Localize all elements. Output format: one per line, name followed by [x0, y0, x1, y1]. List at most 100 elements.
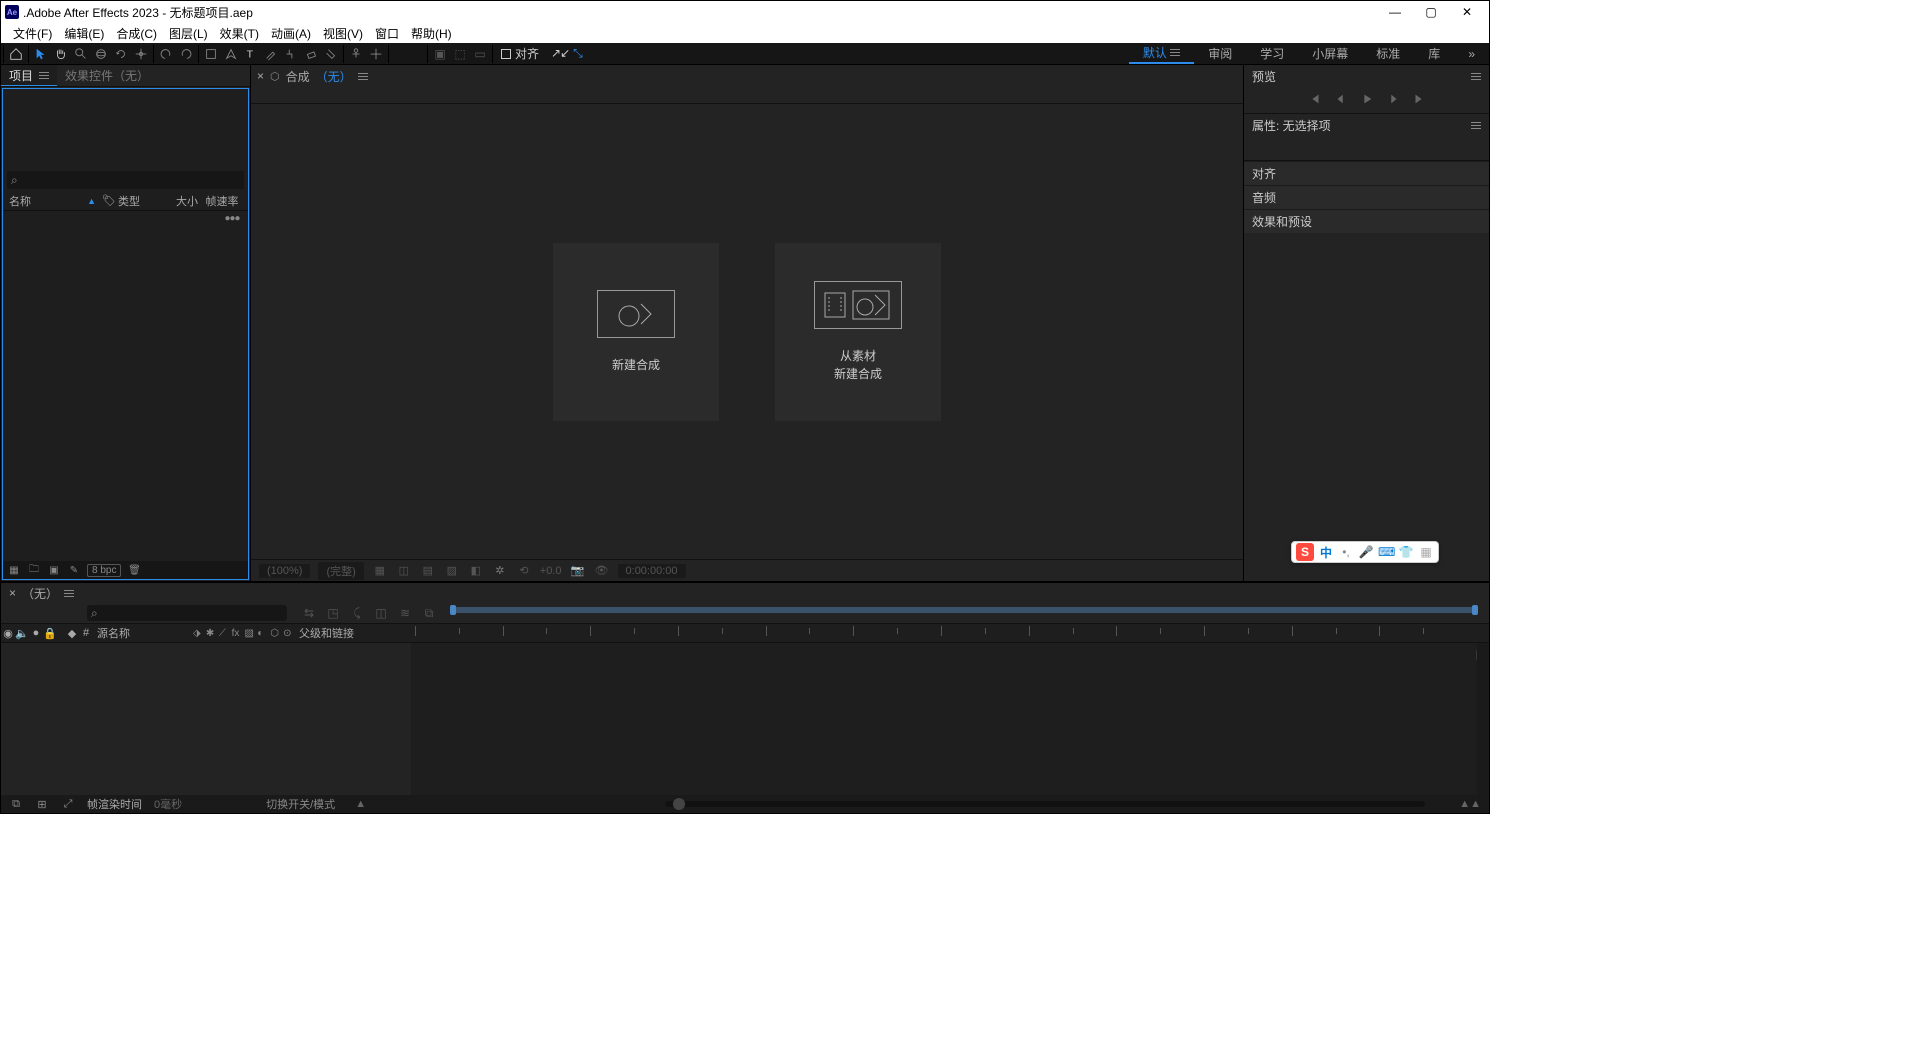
play-icon[interactable] — [1360, 92, 1374, 109]
mask-icon[interactable]: ◫ — [396, 564, 412, 577]
workspace-standard[interactable]: 标准 — [1362, 43, 1414, 64]
menu-comp[interactable]: 合成(C) — [110, 25, 163, 42]
rect-tool[interactable] — [201, 44, 221, 64]
hand-tool[interactable] — [51, 44, 71, 64]
timeline-search[interactable]: ⌕ — [87, 605, 287, 621]
align-panel-header[interactable]: 对齐 — [1244, 161, 1489, 185]
snap-toggle[interactable]: 对齐 — [495, 45, 545, 62]
eraser-tool[interactable] — [301, 44, 321, 64]
local-axis-tool[interactable] — [366, 44, 386, 64]
close-tab-icon[interactable]: × — [257, 69, 264, 83]
draft3d-icon[interactable]: ◳ — [325, 606, 341, 621]
brush-tool[interactable] — [261, 44, 281, 64]
workspace-library[interactable]: 库 — [1414, 43, 1454, 64]
workspace-default[interactable]: 默认 — [1129, 43, 1194, 64]
timeline-ruler[interactable] — [393, 624, 1489, 642]
interpret-icon[interactable]: ▦ — [7, 565, 21, 576]
next-frame-icon[interactable] — [1386, 92, 1400, 109]
bpc-badge[interactable]: 8 bpc — [87, 564, 121, 577]
source-name-col[interactable]: 源名称 — [93, 625, 193, 641]
menu-view[interactable]: 视图(V) — [317, 25, 369, 42]
selection-tool[interactable] — [31, 44, 51, 64]
burger-icon[interactable] — [64, 588, 74, 599]
ime-toolbox-icon[interactable]: ▦ — [1418, 545, 1434, 559]
zoom-tool[interactable] — [71, 44, 91, 64]
rotate-tool[interactable] — [111, 44, 131, 64]
current-time[interactable]: 0:00:00:00 — [618, 564, 686, 578]
puppet-tool[interactable] — [346, 44, 366, 64]
color-mgmt-icon[interactable]: ✲ — [492, 564, 508, 577]
toggle-inout-icon[interactable]: ⤢ — [61, 798, 75, 811]
col-name[interactable]: 名称 — [9, 193, 69, 209]
burger-icon[interactable] — [1471, 71, 1481, 82]
shy-icon[interactable]: ⤹ — [349, 606, 365, 621]
channel-icon[interactable]: ▤ — [420, 564, 436, 577]
timeline-layer-list[interactable] — [1, 643, 411, 795]
col-type[interactable]: 类型 — [118, 193, 160, 209]
exposure-reset-icon[interactable]: ⟲ — [516, 564, 532, 577]
type-tool[interactable]: T — [241, 44, 261, 64]
switches-col[interactable]: ⬗✱⟋fx▧◐⬡⊙ — [193, 628, 293, 638]
new-adjustment-icon[interactable]: ✎ — [67, 565, 81, 576]
switches-modes-toggle[interactable]: 切换开关/模式 — [266, 796, 335, 812]
effect-controls-tab[interactable]: 效果控件（无） — [57, 65, 157, 86]
zoom-dropdown[interactable]: (100%) — [259, 564, 310, 578]
menu-layer[interactable]: 图层(L) — [163, 25, 214, 42]
menu-window[interactable]: 窗口 — [369, 25, 405, 42]
redo-tool[interactable] — [176, 44, 196, 64]
mode-1[interactable]: ▣ — [430, 44, 450, 64]
timeline-zoom-slider[interactable] — [665, 801, 1425, 807]
workspace-small[interactable]: 小屏幕 — [1298, 43, 1362, 64]
comp-mini-flow-icon[interactable]: ⇆ — [301, 606, 317, 621]
trash-icon[interactable]: 🗑 — [127, 565, 141, 576]
menu-edit[interactable]: 编辑(E) — [58, 25, 110, 42]
audio-col-icon[interactable]: 🔈 — [15, 627, 29, 640]
properties-panel-header[interactable]: 属性: 无选择项 — [1244, 114, 1489, 136]
menu-anim[interactable]: 动画(A) — [265, 25, 317, 42]
ime-punct-icon[interactable]: •, — [1338, 545, 1354, 559]
menu-effect[interactable]: 效果(T) — [214, 25, 265, 42]
region-icon[interactable]: ◧ — [468, 564, 484, 577]
menu-file[interactable]: 文件(F) — [7, 25, 58, 42]
menu-help[interactable]: 帮助(H) — [405, 25, 458, 42]
new-composition-card[interactable]: 新建合成 — [553, 243, 719, 421]
clone-tool[interactable] — [281, 44, 301, 64]
project-search[interactable]: ⌕ — [7, 171, 244, 189]
ime-keyboard-icon[interactable]: ⌨ — [1378, 545, 1394, 559]
last-frame-icon[interactable] — [1412, 92, 1426, 109]
pen-tool[interactable] — [221, 44, 241, 64]
toggle-switches-icon[interactable]: ⧉ — [9, 798, 23, 811]
zoom-in-icon[interactable]: ▲▲ — [1459, 798, 1481, 810]
maximize-button[interactable]: ▢ — [1413, 1, 1449, 23]
col-size[interactable]: 大小 — [164, 193, 198, 209]
effects-presets-panel-header[interactable]: 效果和预设 — [1244, 209, 1489, 233]
lock-col-icon[interactable]: 🔒 — [43, 627, 57, 640]
mode-3[interactable]: ▭ — [470, 44, 490, 64]
frame-blend-icon[interactable]: ◫ — [373, 606, 389, 621]
workspace-review[interactable]: 审阅 — [1194, 43, 1246, 64]
roto-tool[interactable] — [321, 44, 341, 64]
flowchart-icon[interactable]: ⦁⦁⦁ — [225, 213, 240, 224]
mode-2[interactable]: ⬚ — [450, 44, 470, 64]
new-from-footage-card[interactable]: 从素材新建合成 — [775, 243, 941, 421]
undo-tool[interactable] — [156, 44, 176, 64]
collapse-icon[interactable]: ⤡ — [573, 46, 582, 61]
close-tab-icon[interactable]: × — [9, 586, 16, 600]
show-snapshot-icon[interactable]: 👁 — [594, 564, 610, 577]
transparent-icon[interactable]: ▨ — [444, 564, 460, 577]
new-comp-icon[interactable]: ▣ — [47, 565, 61, 576]
burger-icon[interactable] — [39, 70, 49, 81]
orbit-tool[interactable] — [91, 44, 111, 64]
ime-toolbar[interactable]: S 中 •, 🎤 ⌨ 👕 ▦ — [1291, 541, 1439, 563]
timeline-tracks[interactable]: ◩ — [411, 643, 1489, 795]
workspace-more[interactable]: » — [1454, 43, 1489, 64]
timeline-work-area[interactable] — [449, 605, 1489, 621]
label-col-icon[interactable]: ◆ — [65, 627, 79, 640]
ime-lang[interactable]: 中 — [1318, 544, 1334, 561]
grid-icon[interactable]: ▦ — [372, 564, 388, 577]
solo-col-icon[interactable]: ● — [29, 627, 43, 639]
minimize-button[interactable]: — — [1377, 1, 1413, 23]
toggle-modes-icon[interactable]: ⊞ — [35, 798, 49, 811]
audio-panel-header[interactable]: 音频 — [1244, 185, 1489, 209]
preview-panel-header[interactable]: 预览 — [1244, 65, 1489, 87]
